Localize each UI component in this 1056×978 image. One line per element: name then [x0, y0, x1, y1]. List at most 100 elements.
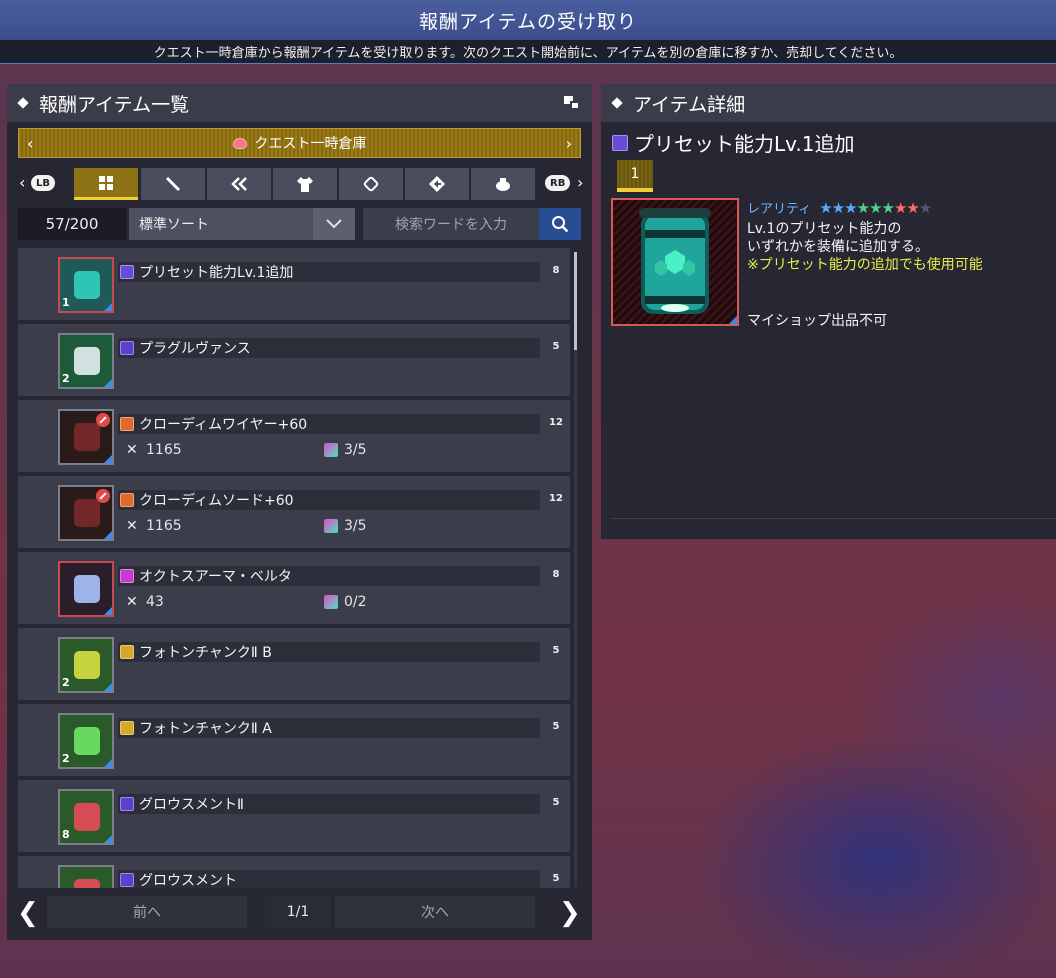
item-thumbnail: 1: [58, 257, 114, 313]
item-name: プラグルヴァンス: [139, 341, 251, 357]
item-level-badge: 8: [552, 265, 560, 276]
detail-panel-title: アイテム詳細: [633, 93, 746, 116]
item-type-icon: [120, 569, 134, 583]
item-stat-slots: 3/5: [324, 442, 367, 458]
item-name-bar: クローディムソード+60: [118, 490, 540, 510]
item-level-badge: 5: [552, 873, 560, 884]
item-name-bar: フォトンチャンクⅡ A: [118, 718, 540, 738]
star-icon: ★: [831, 198, 845, 217]
tab-armor[interactable]: [273, 168, 337, 200]
stat-value: 0/2: [344, 594, 367, 610]
item-type-icon: [120, 493, 134, 507]
scroll-thumb[interactable]: [574, 252, 577, 350]
rarity-label: レアリティ: [747, 202, 812, 217]
item-image-icon: [74, 651, 100, 679]
item-quantity: 8: [62, 828, 70, 841]
storage-name: クエスト一時倉庫: [254, 136, 367, 152]
list-item[interactable]: 2 フォトンチャンクⅡ A 5: [18, 704, 570, 776]
star-icon: ★: [844, 198, 857, 217]
item-detail-panel: アイテム詳細 プリセット能力Lv.1追加 1 レアリティ ★★★★★★★★★ L…: [601, 84, 1056, 539]
lb-button[interactable]: LB: [31, 175, 55, 191]
prev-page-button[interactable]: 前へ: [47, 896, 247, 928]
corner-marker: [104, 531, 112, 539]
star-icon: ★: [906, 198, 919, 217]
sword-icon: [165, 176, 181, 192]
tab-consumable[interactable]: [339, 168, 403, 200]
description-line-1: Lv.1のプリセット能力の: [747, 221, 902, 237]
tab-all[interactable]: [74, 168, 138, 200]
next-page-icon[interactable]: ❯: [559, 898, 581, 928]
pot-icon: [496, 178, 510, 191]
item-image-icon: [74, 423, 100, 451]
item-name-text: プリセット能力Lv.1追加: [634, 132, 855, 156]
corner-marker: [104, 455, 112, 463]
item-stat-power: ✕ 1165: [126, 518, 182, 534]
chevron-down-icon[interactable]: [313, 208, 355, 240]
quantity-badge: 1: [617, 160, 653, 192]
star-icon: ★: [893, 198, 907, 217]
chevron-left-icon[interactable]: ‹: [27, 134, 33, 153]
canister-icon: [639, 208, 711, 314]
search-input[interactable]: 検索ワードを入力: [363, 208, 539, 240]
grid-icon: [99, 175, 113, 190]
item-thumbnail: [58, 865, 114, 888]
item-type-icon: [120, 797, 134, 811]
panel-header: 報酬アイテム一覧: [7, 84, 592, 122]
list-item[interactable]: 1 プリセット能力Lv.1追加 8: [18, 248, 570, 320]
tab-prev-icon[interactable]: ‹: [19, 173, 25, 192]
corner-marker: [104, 683, 112, 691]
item-name-bar: フォトンチャンクⅡ B: [118, 642, 540, 662]
item-description: Lv.1のプリセット能力の いずれかを装備に追加する。 ※プリセット能力の追加で…: [747, 220, 983, 274]
item-image-icon: [74, 499, 100, 527]
next-page-button[interactable]: 次へ: [335, 896, 535, 928]
tab-next-icon[interactable]: ›: [577, 173, 583, 192]
panel-title: 報酬アイテム一覧: [39, 93, 190, 116]
list-item[interactable]: 8 グロウスメントⅡ 5: [18, 780, 570, 852]
item-quantity: 2: [62, 372, 70, 385]
list-item[interactable]: 2 フォトンチャンクⅡ B 5: [18, 628, 570, 700]
list-item[interactable]: 2 プラグルヴァンス 5: [18, 324, 570, 396]
list-item[interactable]: クローディムワイヤー+60 12 ✕ 1165 3/5: [18, 400, 570, 472]
rb-button[interactable]: RB: [545, 175, 571, 191]
item-name: フォトンチャンクⅡ A: [139, 721, 272, 737]
item-level-badge: 5: [552, 721, 560, 732]
list-item[interactable]: クローディムソード+60 12 ✕ 1165 3/5: [18, 476, 570, 548]
item-name: プリセット能力Lv.1追加: [612, 128, 855, 157]
tag-icon: [363, 176, 379, 192]
storage-selector[interactable]: ‹ クエスト一時倉庫 ›: [18, 128, 581, 158]
search-button[interactable]: [539, 208, 581, 240]
corner-marker: [104, 379, 112, 387]
window-toggle-icon[interactable]: [564, 96, 580, 110]
tab-weapon[interactable]: [141, 168, 205, 200]
item-type-icon: [120, 645, 134, 659]
item-name-bar: プラグルヴァンス: [118, 338, 540, 358]
rarity-stars: ★★★★★★★★★: [819, 198, 932, 217]
item-type-icon: [120, 341, 134, 355]
tab-other[interactable]: [471, 168, 535, 200]
item-image-icon: [74, 727, 100, 755]
reward-list-panel: 報酬アイテム一覧 ‹ クエスト一時倉庫 › ‹ LB RB › 57/200 標…: [7, 84, 592, 940]
star-icon: ★: [918, 198, 932, 217]
item-stat-power: ✕ 43: [126, 594, 164, 610]
shop-restriction: マイショップ出品不可: [747, 313, 887, 329]
item-name-bar: クローディムワイヤー+60: [118, 414, 540, 434]
stat-value: 1165: [146, 442, 182, 458]
item-image-icon: [74, 271, 100, 299]
item-quantity: 2: [62, 676, 70, 689]
item-quantity: 1: [62, 296, 70, 309]
tab-rod[interactable]: [207, 168, 271, 200]
list-item[interactable]: オクトスアーマ・ベルタ 8 ✕ 43 0/2: [18, 552, 570, 624]
item-stat-slots: 3/5: [324, 518, 367, 534]
sort-dropdown[interactable]: 標準ソート: [129, 208, 355, 240]
item-level-badge: 5: [552, 341, 560, 352]
storage-icon: [232, 137, 247, 149]
description-line-2: いずれかを装備に追加する。: [747, 239, 929, 255]
tab-material[interactable]: [405, 168, 469, 200]
list-item[interactable]: グロウスメント 5: [18, 856, 570, 888]
item-image-icon: [74, 803, 100, 831]
scrollbar[interactable]: [574, 252, 577, 887]
prev-page-icon[interactable]: ❮: [17, 898, 39, 928]
crossed-swords-icon: ✕: [126, 442, 138, 458]
corner-marker: [104, 835, 112, 843]
chevron-right-icon[interactable]: ›: [566, 134, 572, 153]
